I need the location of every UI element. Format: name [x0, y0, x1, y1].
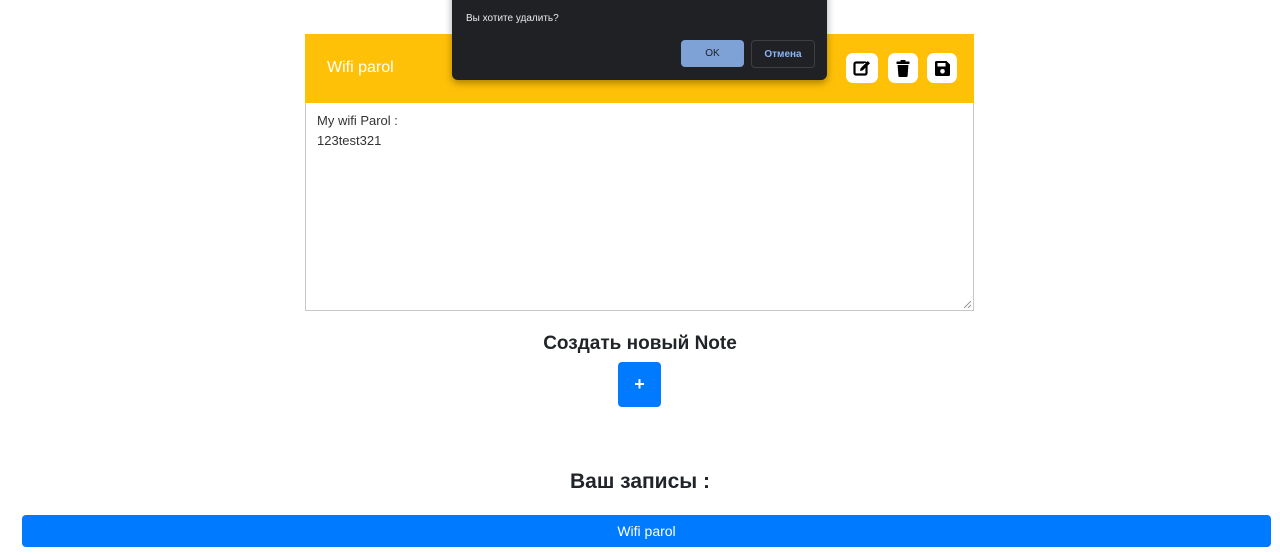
resize-grip-icon[interactable]: [964, 301, 971, 308]
note-title: Wifi parol: [327, 59, 394, 76]
edit-icon: [853, 61, 871, 76]
delete-button[interactable]: [888, 53, 918, 83]
page: Wifi parol My wifi Parol: 123test321 Со…: [0, 0, 1280, 555]
add-note-button[interactable]: +: [618, 362, 661, 407]
trash-icon: [896, 59, 910, 77]
confirm-dialog: Вы хотите удалить? OK Отмена: [452, 0, 827, 80]
note-content-textarea[interactable]: My wifi Parol : 123test321: [305, 103, 974, 311]
create-note-title: Создать новый Note: [543, 333, 737, 354]
dialog-cancel-button[interactable]: Отмена: [751, 40, 815, 68]
dialog-message: Вы хотите удалить?: [466, 13, 559, 24]
edit-button[interactable]: [846, 53, 878, 83]
records-title: Ваш записы :: [569, 470, 711, 493]
dialog-ok-button[interactable]: OK: [681, 40, 744, 67]
note-content-line: My wifi Parol :: [317, 113, 398, 128]
record-item[interactable]: Wifi parol: [22, 515, 1271, 547]
save-icon: [934, 60, 950, 76]
note-content-line: 123test321: [317, 133, 382, 148]
save-button[interactable]: [927, 53, 957, 83]
